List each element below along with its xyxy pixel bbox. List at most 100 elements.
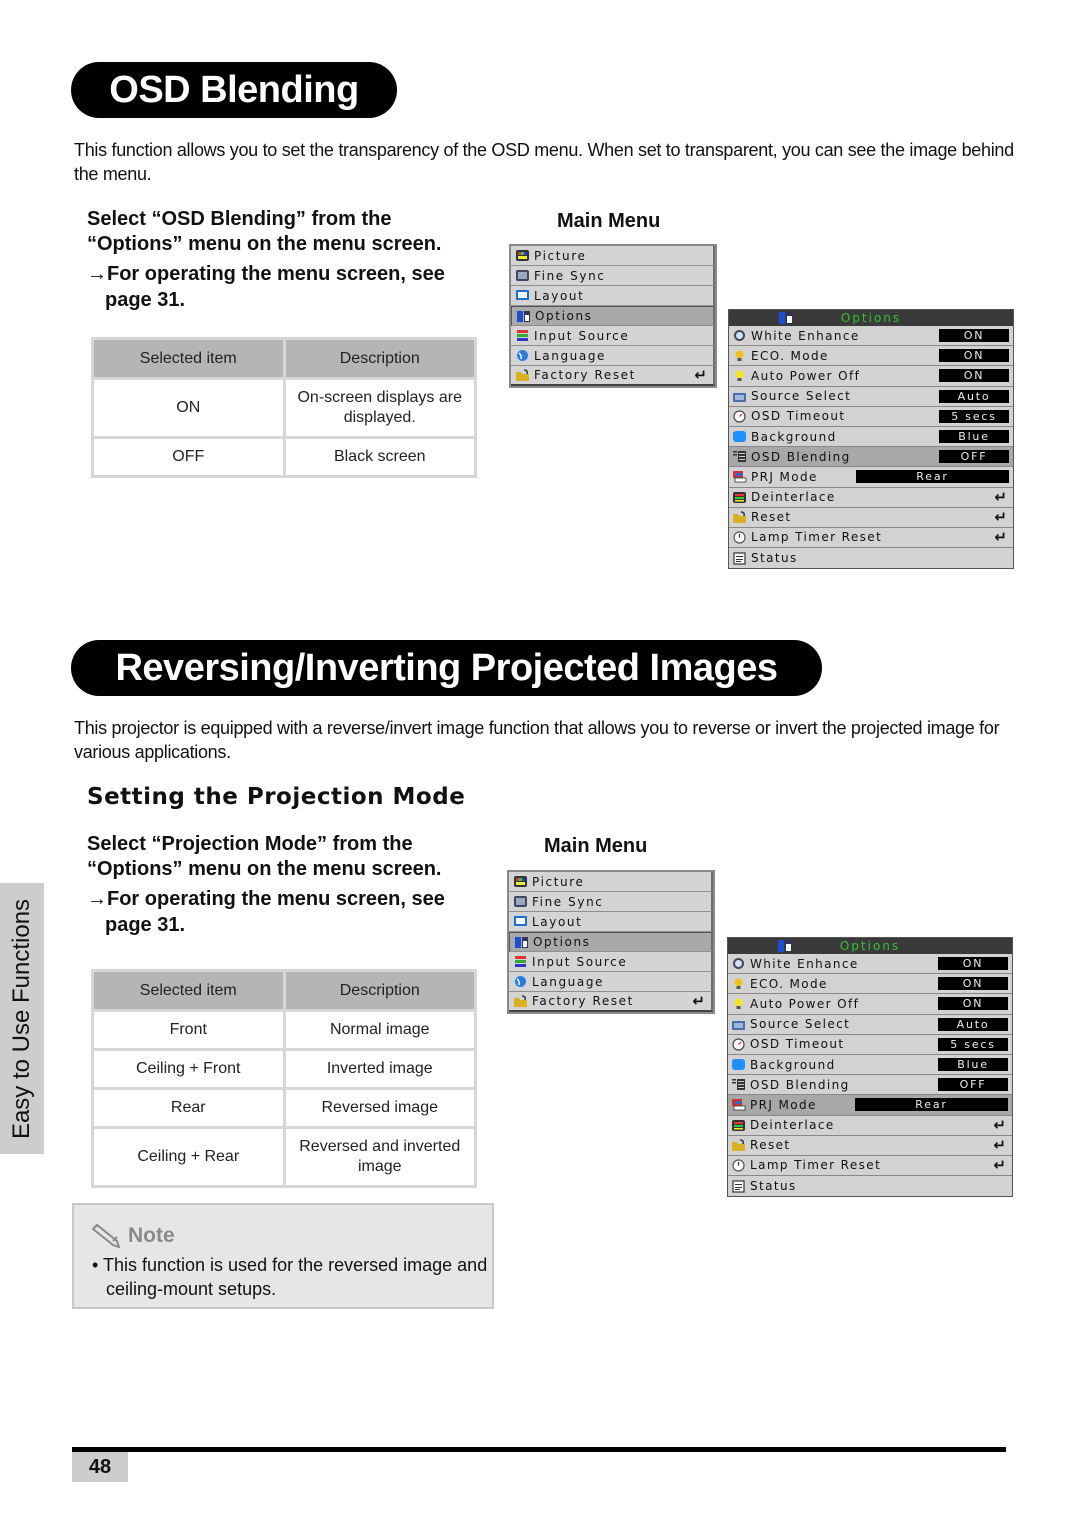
picture-icon bbox=[516, 250, 529, 261]
menu-item-options[interactable]: Options bbox=[509, 932, 713, 952]
option-item-white-enhance[interactable]: White Enhance ON bbox=[729, 326, 1013, 347]
menu-item-picture[interactable]: Picture bbox=[511, 246, 715, 266]
header-description: Description bbox=[282, 969, 477, 1012]
picture-icon bbox=[514, 876, 527, 887]
cell-item: Ceiling + Front bbox=[91, 1048, 286, 1090]
menu-item-language[interactable]: Language bbox=[509, 972, 713, 992]
option-value[interactable]: Auto bbox=[939, 389, 1009, 403]
osd-options-menu: Options White Enhance ON ECO. Mode ON Auto Po… bbox=[727, 937, 1013, 1198]
settings-table: Selected item Description ON On-screen d… bbox=[91, 337, 477, 478]
option-value[interactable]: Rear bbox=[855, 1098, 1008, 1112]
option-value[interactable]: Blue bbox=[939, 430, 1009, 444]
menu-item-label: Factory Reset bbox=[534, 368, 636, 382]
menu-item-layout[interactable]: Layout bbox=[511, 286, 715, 306]
option-item-auto-power-off[interactable]: Auto Power Off ON bbox=[729, 366, 1013, 387]
fine-sync-icon bbox=[514, 896, 527, 907]
option-item-eco-mode[interactable]: ECO. Mode ON bbox=[729, 346, 1013, 367]
option-value[interactable]: Blue bbox=[938, 1058, 1008, 1072]
main-menu-label: Main Menu bbox=[544, 835, 648, 857]
option-item-label: ECO. Mode bbox=[750, 976, 828, 991]
option-item-background[interactable]: Background Blue bbox=[728, 1054, 1012, 1076]
fine-sync-icon bbox=[516, 270, 529, 281]
menu-item-label: Layout bbox=[532, 914, 583, 929]
options-menu-title: Options bbox=[839, 939, 901, 953]
folder-icon bbox=[732, 1139, 745, 1151]
option-value[interactable]: OFF bbox=[938, 1078, 1008, 1092]
status-icon bbox=[733, 552, 746, 565]
option-value[interactable]: ON bbox=[938, 997, 1008, 1011]
option-item-auto-power-off[interactable]: Auto Power Off ON bbox=[728, 994, 1012, 1015]
note-title: Note bbox=[128, 1224, 175, 1247]
option-item-prj-mode[interactable]: PRJ Mode Rear bbox=[729, 467, 1013, 488]
intro-paragraph: This function allows you to set the tran… bbox=[74, 140, 1014, 184]
options-icon bbox=[778, 940, 792, 952]
option-value[interactable]: 5 secs bbox=[938, 1037, 1008, 1051]
option-item-prj-mode[interactable]: PRJ Mode Rear bbox=[728, 1095, 1012, 1116]
enter-arrow-icon: ↵ bbox=[994, 508, 1007, 527]
option-value[interactable]: ON bbox=[939, 329, 1009, 343]
option-item-eco-mode[interactable]: ECO. Mode ON bbox=[728, 974, 1012, 995]
menu-item-input-source[interactable]: Input Source bbox=[509, 952, 713, 972]
options-icon bbox=[779, 312, 793, 324]
option-value[interactable]: ON bbox=[939, 369, 1009, 383]
globe-icon bbox=[517, 350, 528, 361]
layout-icon bbox=[514, 916, 527, 926]
option-value[interactable]: Rear bbox=[856, 470, 1009, 484]
option-item-label: Lamp Timer Reset bbox=[750, 1158, 882, 1173]
option-item-osd-timeout[interactable]: OSD Timeout 5 secs bbox=[729, 406, 1013, 427]
option-item-status[interactable]: Status bbox=[728, 1176, 1012, 1197]
menu-item-factory-reset[interactable]: Factory Reset ↵ bbox=[509, 992, 713, 1012]
option-value[interactable]: ON bbox=[938, 977, 1008, 991]
sub-heading: Setting the Projection Mode bbox=[87, 784, 466, 810]
option-item-source-select[interactable]: Source Select Auto bbox=[729, 386, 1013, 407]
menu-item-label: Factory Reset bbox=[532, 994, 634, 1008]
option-item-lamp-timer-reset[interactable]: Lamp Timer Reset ↵ bbox=[729, 527, 1013, 549]
option-item-deinterlace[interactable]: Deinterlace ↵ bbox=[729, 487, 1013, 508]
menu-item-language[interactable]: Language bbox=[511, 346, 715, 366]
options-menu-title: Options bbox=[840, 311, 902, 325]
option-item-status[interactable]: Status bbox=[729, 548, 1013, 569]
menu-item-options[interactable]: Options bbox=[511, 306, 715, 326]
option-value[interactable]: ON bbox=[938, 957, 1008, 971]
option-item-lamp-timer-reset[interactable]: Lamp Timer Reset ↵ bbox=[728, 1155, 1012, 1177]
menu-item-label: Fine Sync bbox=[534, 268, 606, 283]
option-item-label: OSD Blending bbox=[750, 1077, 850, 1092]
option-item-osd-timeout[interactable]: OSD Timeout 5 secs bbox=[728, 1034, 1012, 1055]
option-item-label: Background bbox=[750, 1057, 836, 1072]
menu-item-factory-reset[interactable]: Factory Reset ↵ bbox=[511, 366, 715, 386]
deinterlace-icon bbox=[733, 491, 746, 503]
option-item-osd-blending[interactable]: OSD Blending OFF bbox=[728, 1075, 1012, 1096]
menu-item-fine-sync[interactable]: Fine Sync bbox=[509, 892, 713, 912]
option-item-deinterlace[interactable]: Deinterlace ↵ bbox=[728, 1115, 1012, 1136]
option-item-source-select[interactable]: Source Select Auto bbox=[728, 1014, 1012, 1035]
menu-item-picture[interactable]: Picture bbox=[509, 872, 713, 892]
option-item-background[interactable]: Background Blue bbox=[729, 426, 1013, 448]
cell-description: On-screen displays are displayed. bbox=[282, 377, 477, 439]
option-item-label: Deinterlace bbox=[751, 490, 836, 505]
menu-item-fine-sync[interactable]: Fine Sync bbox=[511, 266, 715, 286]
deinterlace-icon bbox=[732, 1119, 745, 1131]
cell-item: Ceiling + Rear bbox=[91, 1126, 286, 1188]
option-item-label: Reset bbox=[751, 510, 792, 525]
cell-item: ON bbox=[91, 377, 286, 439]
table-row: ON On-screen displays are displayed. bbox=[91, 377, 477, 439]
auto-power-icon bbox=[735, 370, 744, 382]
option-item-label: PRJ Mode bbox=[750, 1097, 817, 1112]
instruction-block: Select “OSD Blending” from the “Options”… bbox=[87, 207, 487, 313]
menu-item-label: Input Source bbox=[534, 328, 630, 343]
option-value[interactable]: OFF bbox=[939, 450, 1009, 464]
option-item-reset[interactable]: Reset ↵ bbox=[729, 507, 1013, 528]
option-value[interactable]: 5 secs bbox=[939, 409, 1009, 423]
cell-description: Normal image bbox=[282, 1009, 477, 1051]
menu-item-label: Picture bbox=[534, 248, 587, 263]
enter-arrow-icon: ↵ bbox=[694, 366, 707, 384]
option-item-white-enhance[interactable]: White Enhance ON bbox=[728, 954, 1012, 975]
option-item-reset[interactable]: Reset ↵ bbox=[728, 1135, 1012, 1156]
menu-item-layout[interactable]: Layout bbox=[509, 912, 713, 932]
option-item-label: Auto Power Off bbox=[750, 996, 860, 1011]
menu-item-input-source[interactable]: Input Source bbox=[511, 326, 715, 346]
option-value[interactable]: ON bbox=[939, 349, 1009, 363]
option-value[interactable]: Auto bbox=[938, 1017, 1008, 1031]
option-item-osd-blending[interactable]: OSD Blending OFF bbox=[729, 447, 1013, 468]
header-selected-item: Selected item bbox=[91, 337, 286, 380]
